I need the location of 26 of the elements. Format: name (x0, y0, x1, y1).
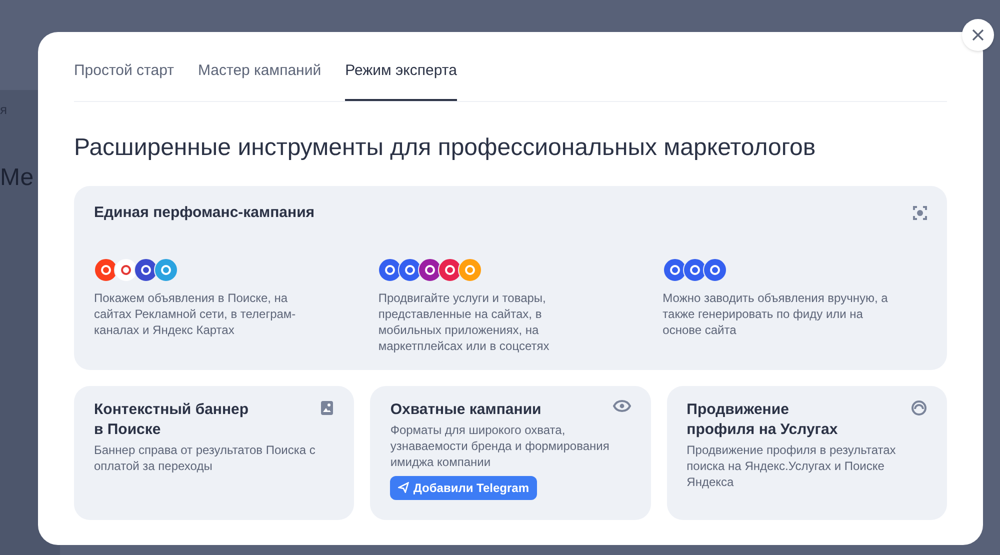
profile-icon (911, 400, 927, 416)
card-title: Охватные кампании (390, 400, 542, 420)
tab[interactable]: Простой старт (74, 60, 174, 100)
close-icon (972, 29, 984, 41)
column-description: Покажем объявления в Поиске, на сайтах Рекламной сети, в телеграм-каналах и Яндекс Картах (94, 290, 297, 338)
eye-icon (612, 400, 631, 412)
card-title: Единая перфоманс-кампания (94, 202, 315, 222)
close-button[interactable] (962, 19, 994, 51)
background-text: Ме (0, 162, 35, 192)
tab[interactable]: Мастер кампаний (198, 60, 322, 100)
telegram-button[interactable]: Добавили Telegram (390, 476, 537, 500)
focus-icon (913, 206, 927, 220)
card-title: Контекстный баннер в Поиске (94, 400, 250, 440)
card-description: Форматы для широкого охвата, узнаваемости бренда и формирования имиджа компании (390, 422, 610, 470)
tab[interactable]: Режим эксперта (345, 60, 457, 100)
column-description: Продвигайте услуги и товары, представленные на сайтах, в мобильных приложениях, на маркетплейсах или в соцсетях (378, 290, 550, 354)
logo-icon (702, 258, 727, 282)
logo-icon (154, 258, 178, 282)
column-description: Можно заводить объявления вручную, а также генерировать по фиду или на основе сайта (662, 290, 889, 338)
image-icon (320, 400, 334, 416)
card-description: Продвижение профиля в результатах поиска на Яндекс.Услугах и Поиске Яндекса (686, 442, 897, 490)
card-description: Баннер справа от результатов Поиска с оплатой за переходы (94, 442, 316, 474)
logo-icon (458, 258, 482, 282)
card-title: Продвижение профиля на Услугах (686, 400, 839, 440)
page-heading: Расширенные инструменты для профессиональных маркетологов (74, 132, 817, 162)
send-icon (398, 482, 410, 493)
